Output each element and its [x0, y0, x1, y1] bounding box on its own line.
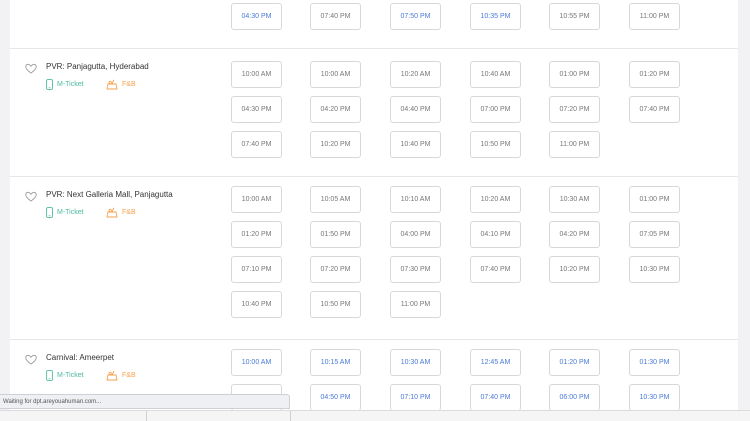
showtime-button[interactable]: 07:20 PM [310, 256, 361, 283]
showtime-button[interactable]: 10:20 PM [549, 256, 600, 283]
showtime-button[interactable]: 10:35 PM [470, 3, 521, 30]
mobile-ticket-icon [46, 207, 53, 218]
showtime-button[interactable]: 07:00 PM [470, 96, 521, 123]
showtime-button[interactable]: 07:40 PM [231, 131, 282, 158]
food-beverage-icon [106, 79, 118, 90]
showtime-button[interactable]: 07:40 PM [470, 256, 521, 283]
food-beverage-icon [106, 207, 118, 218]
showtime-button[interactable]: 07:10 PM [231, 256, 282, 283]
cinema-block: PVR: Next Galleria Mall, Panjagutta M-Tic… [10, 176, 738, 340]
showtime-button[interactable]: 10:30 PM [629, 256, 680, 283]
showtime-button[interactable]: 10:20 PM [310, 131, 361, 158]
showtime-button[interactable]: 04:00 PM [390, 221, 441, 248]
cinema-block: 04:30 PM 07:40 PM 07:50 PM 10:35 PM 10:55 PM… [10, 0, 738, 49]
fnb-label: F&B [122, 209, 136, 216]
showtime-button[interactable]: 04:30 PM [231, 96, 282, 123]
fnb-badge: F&B [106, 207, 136, 218]
showtime-button[interactable]: 10:30 PM [629, 384, 680, 411]
showtime-button[interactable]: 07:30 PM [390, 256, 441, 283]
showtime-button[interactable]: 04:30 PM [231, 3, 282, 30]
showtime-button[interactable]: 10:40 AM [470, 61, 521, 88]
showtime-button[interactable]: 10:10 AM [390, 186, 441, 213]
showtime-button[interactable]: 10:50 PM [310, 291, 361, 318]
showtime-button[interactable]: 11:00 PM [549, 131, 600, 158]
mticket-label: M-Ticket [57, 372, 84, 379]
showtime-button[interactable]: 10:20 AM [470, 186, 521, 213]
heart-icon[interactable] [25, 189, 37, 202]
amenities: M-Ticket F&B [46, 79, 166, 91]
showtime-button[interactable]: 07:05 PM [629, 221, 680, 248]
heart-icon[interactable] [25, 352, 37, 365]
mticket-label: M-Ticket [57, 209, 84, 216]
showtime-button[interactable]: 10:55 PM [549, 3, 600, 30]
showtime-button[interactable]: 10:30 AM [549, 186, 600, 213]
showtime-button[interactable]: 10:15 AM [310, 349, 361, 376]
venue-name[interactable]: PVR: Next Galleria Mall, Panjagutta [46, 190, 173, 199]
showtime-button[interactable]: 10:20 AM [390, 61, 441, 88]
showtime-button[interactable]: 11:00 PM [629, 3, 680, 30]
showtime-button[interactable]: 10:00 AM [231, 349, 282, 376]
showtime-button[interactable]: 10:00 AM [231, 186, 282, 213]
amenities: M-Ticket F&B [46, 207, 166, 219]
showtime-button[interactable]: 01:20 PM [231, 221, 282, 248]
showtime-button[interactable]: 10:40 PM [231, 291, 282, 318]
showtime-button[interactable]: 04:20 PM [549, 221, 600, 248]
showtime-button[interactable]: 04:10 PM [470, 221, 521, 248]
showtime-button[interactable]: 01:00 PM [549, 61, 600, 88]
showtime-button[interactable]: 07:50 PM [390, 3, 441, 30]
mobile-ticket-icon [46, 370, 53, 381]
showtime-button[interactable]: 01:20 PM [549, 349, 600, 376]
mticket-label: M-Ticket [57, 81, 84, 88]
showtime-button[interactable]: 12:45 AM [470, 349, 521, 376]
showtime-button[interactable]: 10:30 AM [390, 349, 441, 376]
heart-icon[interactable] [25, 61, 37, 74]
fnb-badge: F&B [106, 79, 136, 90]
showtime-button[interactable]: 10:50 PM [470, 131, 521, 158]
showtime-button[interactable]: 06:00 PM [549, 384, 600, 411]
status-text: Waiting for dpt.areyouahuman.com... [3, 398, 102, 405]
showtime-button[interactable]: 04:40 PM [390, 96, 441, 123]
showtime-button[interactable]: 07:40 PM [470, 384, 521, 411]
showtime-button[interactable]: 04:20 PM [310, 96, 361, 123]
showtime-button[interactable]: 10:40 PM [390, 131, 441, 158]
showtime-button[interactable]: 11:00 PM [390, 291, 441, 318]
showtime-button[interactable]: 07:40 PM [310, 3, 361, 30]
showtime-button[interactable]: 10:05 AM [310, 186, 361, 213]
showtime-button[interactable]: 10:00 AM [231, 61, 282, 88]
showtime-button[interactable]: 01:20 PM [629, 61, 680, 88]
mobile-ticket-icon [46, 79, 53, 90]
venue-name[interactable]: PVR: Panjagutta, Hyderabad [46, 62, 149, 71]
showtime-button[interactable]: 07:40 PM [629, 96, 680, 123]
bottom-strip [0, 410, 750, 421]
showtime-button[interactable]: 07:10 PM [390, 384, 441, 411]
food-beverage-icon [106, 370, 118, 381]
showtime-button[interactable]: 07:20 PM [549, 96, 600, 123]
mticket-badge: M-Ticket [46, 79, 84, 90]
mticket-badge: M-Ticket [46, 207, 84, 218]
showtime-button[interactable]: 10:00 AM [310, 61, 361, 88]
showtime-button[interactable]: 01:00 PM [629, 186, 680, 213]
mticket-badge: M-Ticket [46, 370, 84, 381]
amenities: M-Ticket F&B [46, 370, 166, 382]
showtimes-panel: 04:30 PM 07:40 PM 07:50 PM 10:35 PM 10:55 PM… [10, 0, 738, 420]
browser-status-bar: Waiting for dpt.areyouahuman.com... [0, 394, 290, 409]
showtime-button[interactable]: 01:30 PM [629, 349, 680, 376]
showtime-button[interactable]: 01:50 PM [310, 221, 361, 248]
cinema-block: PVR: Panjagutta, Hyderabad M-Ticket F&B 10:… [10, 48, 738, 177]
showtime-button[interactable]: 04:50 PM [310, 384, 361, 411]
fnb-label: F&B [122, 81, 136, 88]
fnb-label: F&B [122, 372, 136, 379]
fnb-badge: F&B [106, 370, 136, 381]
venue-name[interactable]: Carnival: Ameerpet [46, 353, 114, 362]
